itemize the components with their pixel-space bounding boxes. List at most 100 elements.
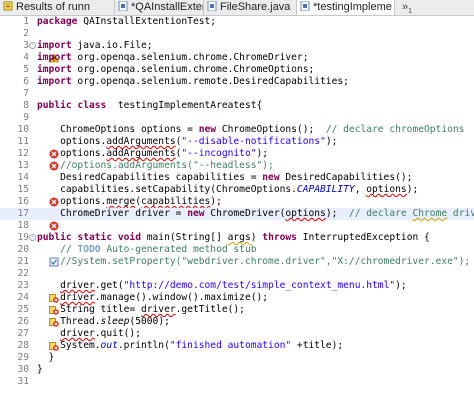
line-number: 24 (17, 292, 29, 303)
error-icon[interactable] (3, 149, 59, 171)
error-token[interactable]: options (366, 184, 406, 195)
task-icon[interactable] (3, 245, 59, 267)
line-number: 8 (23, 100, 29, 111)
line-number: 2 (23, 28, 29, 39)
fold-collapse-icon[interactable]: - (29, 42, 36, 49)
class-name: testingImplementAreatest{ (106, 100, 263, 111)
results-icon (3, 1, 13, 11)
quickfix-error-icon[interactable] (3, 293, 60, 315)
code-line: 6 import org.openqa.selenium.remote.Desi… (0, 76, 474, 88)
code-line: 9 (0, 112, 474, 124)
comment: Auto-generated method stub (100, 244, 257, 255)
error-token[interactable]: addArguments (106, 136, 175, 147)
code-line: 30 } (17, 364, 43, 375)
line-number: 29 (17, 352, 29, 363)
tab-testingimplement[interactable]: *testingImpleme (297, 0, 395, 15)
comment: //System.setProperty("webdriver.chrome.d… (37, 256, 471, 267)
line-number: 4 (23, 52, 29, 63)
string-literal: "--incognito" (181, 148, 257, 159)
quickfix-error-icon[interactable] (3, 329, 60, 351)
error-token[interactable]: capabilities (141, 196, 210, 207)
tab-label: *testingImpleme (313, 1, 392, 13)
quickfix-error-icon[interactable] (3, 305, 60, 327)
code-line: 15 capabilities.setCapability(ChromeOpti… (0, 184, 474, 207)
code-line: 28 System.out.println("finished automati… (17, 340, 344, 351)
line-number: 26 (17, 316, 29, 327)
line-number: 13 (17, 160, 29, 171)
code-line: 7 (0, 88, 474, 100)
line-number: 28 (17, 340, 29, 351)
error-token[interactable]: merge (106, 196, 135, 207)
string-literal: "finished automation" (169, 340, 292, 351)
package-name: QAInstallExtentionTest; (77, 16, 217, 27)
import-path: org.openqa.selenium.remote.DesiredCapabi… (71, 76, 349, 87)
code-line: 24 driver.manage().window().maximize(); (0, 292, 474, 315)
code-line: 13 //options.addArguments("--headless"); (0, 160, 474, 172)
line-number: 14 (17, 172, 29, 183)
line-number: 16 (17, 196, 29, 207)
error-icon[interactable] (3, 137, 59, 159)
code-line: 22 (0, 268, 474, 280)
line-number: 12 (17, 148, 29, 159)
tab-overflow-button[interactable]: »1 (402, 0, 412, 15)
code-line: 2 (0, 28, 474, 40)
keyword: package (37, 16, 78, 27)
comment: // declare chromeOptions (325, 124, 465, 135)
code-line: 19 - public static void main(String[] ar… (17, 232, 430, 243)
error-icon[interactable] (3, 209, 59, 231)
line-number: 17 (17, 208, 29, 219)
keyword: import (37, 76, 72, 87)
keyword: import (37, 64, 72, 75)
warning-token[interactable]: args (228, 232, 251, 243)
error-token[interactable]: driver (60, 292, 95, 303)
import-path: java.io.File; (71, 40, 153, 51)
line-number: 15 (17, 184, 29, 195)
code-line: 14 DesiredCapabilities capabilities = ne… (17, 172, 413, 183)
fold-collapse-icon[interactable]: - (29, 234, 36, 241)
code-editor[interactable]: 1 package QAInstallExtentionTest; 2 3 - … (0, 16, 474, 403)
code-line: 25 String title= driver.getTitle(); (0, 304, 474, 327)
error-token[interactable]: driver (60, 328, 95, 339)
line-number: 25 (17, 304, 29, 315)
keyword: new (198, 124, 217, 135)
code-line: 4 import org.openqa.selenium.chrome.Chro… (0, 52, 474, 64)
current-code-line: 17 ChromeDriver driver = new ChromeDrive… (0, 208, 474, 231)
comment: // declare (348, 208, 413, 219)
keyword: import (37, 40, 72, 51)
quickfix-error-icon[interactable] (3, 281, 60, 303)
line-number: 11 (17, 136, 29, 147)
line-number: 7 (23, 88, 29, 99)
code-line: 16 options.merge(capabilities); (0, 196, 474, 219)
import-path: org.openqa.selenium.chrome.ChromeOptions… (71, 64, 315, 75)
line-number: 20 (17, 244, 29, 255)
error-icon[interactable] (3, 197, 59, 219)
line-number: 1 (23, 16, 29, 27)
comment: // (37, 244, 78, 255)
line-number: 18 (17, 220, 29, 231)
keyword: static (77, 232, 113, 243)
line-number: 19 (17, 232, 29, 243)
error-token[interactable]: options (285, 208, 325, 219)
static-method: sleep (100, 316, 130, 327)
code-line: 18 (0, 220, 474, 232)
error-icon[interactable] (3, 185, 59, 207)
tab-fileshare-java[interactable]: FileShare.java (204, 0, 297, 15)
line-number: 5 (23, 64, 29, 75)
spelling-warning-token[interactable]: Chrome (412, 208, 447, 219)
java-file-icon (207, 0, 217, 12)
tab-label: Results of runn (16, 1, 90, 13)
keyword: class (77, 100, 107, 111)
tab-results-of-running[interactable]: Results of runn (0, 0, 115, 15)
error-token[interactable]: addArguments (106, 148, 175, 159)
error-token[interactable]: driver (141, 304, 176, 315)
tab-qainstallextention[interactable]: *QAInstallExten (115, 0, 204, 15)
code-line: 26 Thread.sleep(5000); (17, 316, 170, 327)
line-number: 30 (17, 364, 29, 375)
error-token[interactable]: driver (60, 280, 95, 291)
line-number: 22 (17, 268, 29, 279)
code-line: 8 public class testingImplementAreatest{ (0, 100, 474, 112)
line-number: 10 (17, 124, 29, 135)
warning-icon[interactable] (3, 41, 60, 63)
overflow-count: 1 (408, 8, 413, 16)
code-line: 3 - import java.io.File; (0, 40, 474, 63)
